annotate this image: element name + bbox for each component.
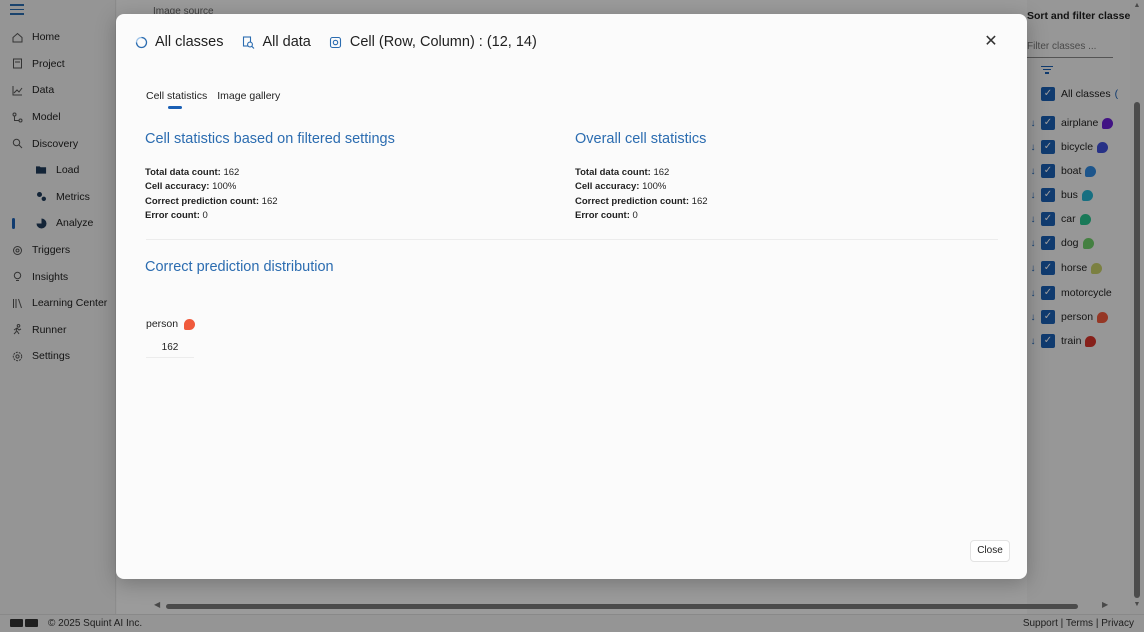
dialog-tabs: Cell statistics Image gallery bbox=[146, 90, 290, 109]
stat-value: 162 bbox=[223, 167, 240, 178]
dialog-breadcrumb: All classes All data Cell (Row, Column) … bbox=[134, 32, 555, 52]
distribution-title: Correct prediction distribution bbox=[145, 259, 334, 275]
stat-value: 0 bbox=[632, 209, 638, 221]
crumb-label: All classes bbox=[155, 34, 224, 50]
crumb-all-data: All data bbox=[242, 34, 311, 50]
crumb-label: Cell (Row, Column) : (12, 14) bbox=[349, 34, 537, 50]
overall-stats-list: Total data count: 162 Cell accuracy: 100… bbox=[575, 166, 708, 223]
crumb-cell: Cell (Row, Column) : (12, 14) bbox=[329, 34, 537, 50]
classes-ring-icon bbox=[134, 35, 148, 49]
stat-label: Error count: bbox=[145, 209, 200, 221]
crumb-all-classes: All classes bbox=[134, 34, 224, 50]
stat-value: 0 bbox=[202, 209, 208, 221]
data-search-icon bbox=[242, 35, 256, 49]
tab-image-gallery[interactable]: Image gallery bbox=[217, 90, 280, 102]
distribution-count: 162 bbox=[146, 338, 194, 358]
stat-label: Total data count: bbox=[575, 167, 651, 178]
stat-label: Cell accuracy: bbox=[575, 181, 640, 193]
class-color-icon bbox=[184, 318, 196, 330]
stat-value: 100% bbox=[642, 181, 667, 193]
cell-target-icon bbox=[329, 35, 343, 49]
distribution-class: person bbox=[146, 318, 196, 330]
section-divider bbox=[146, 239, 998, 240]
stat-label: Cell accuracy: bbox=[145, 181, 210, 193]
stat-label: Error count: bbox=[575, 209, 630, 221]
stat-value: 100% bbox=[212, 181, 237, 193]
stat-value: 162 bbox=[691, 195, 708, 207]
stat-value: 162 bbox=[261, 195, 278, 207]
filtered-stats-title: Cell statistics based on filtered settin… bbox=[145, 131, 395, 147]
cell-statistics-dialog: All classes All data Cell (Row, Column) … bbox=[116, 14, 1027, 579]
tab-cell-statistics[interactable]: Cell statistics bbox=[146, 90, 207, 109]
crumb-label: All data bbox=[262, 34, 311, 50]
distribution-class-label: person bbox=[146, 318, 179, 330]
close-button[interactable]: Close bbox=[970, 540, 1010, 562]
stat-label: Correct prediction count: bbox=[145, 195, 260, 207]
overall-stats-title: Overall cell statistics bbox=[575, 131, 707, 147]
stat-label: Correct prediction count: bbox=[575, 195, 690, 207]
close-icon[interactable]: ✕ bbox=[984, 34, 998, 50]
filtered-stats-list: Total data count: 162 Cell accuracy: 100… bbox=[145, 166, 278, 223]
stat-value: 162 bbox=[653, 167, 670, 178]
stat-label: Total data count: bbox=[145, 167, 221, 178]
